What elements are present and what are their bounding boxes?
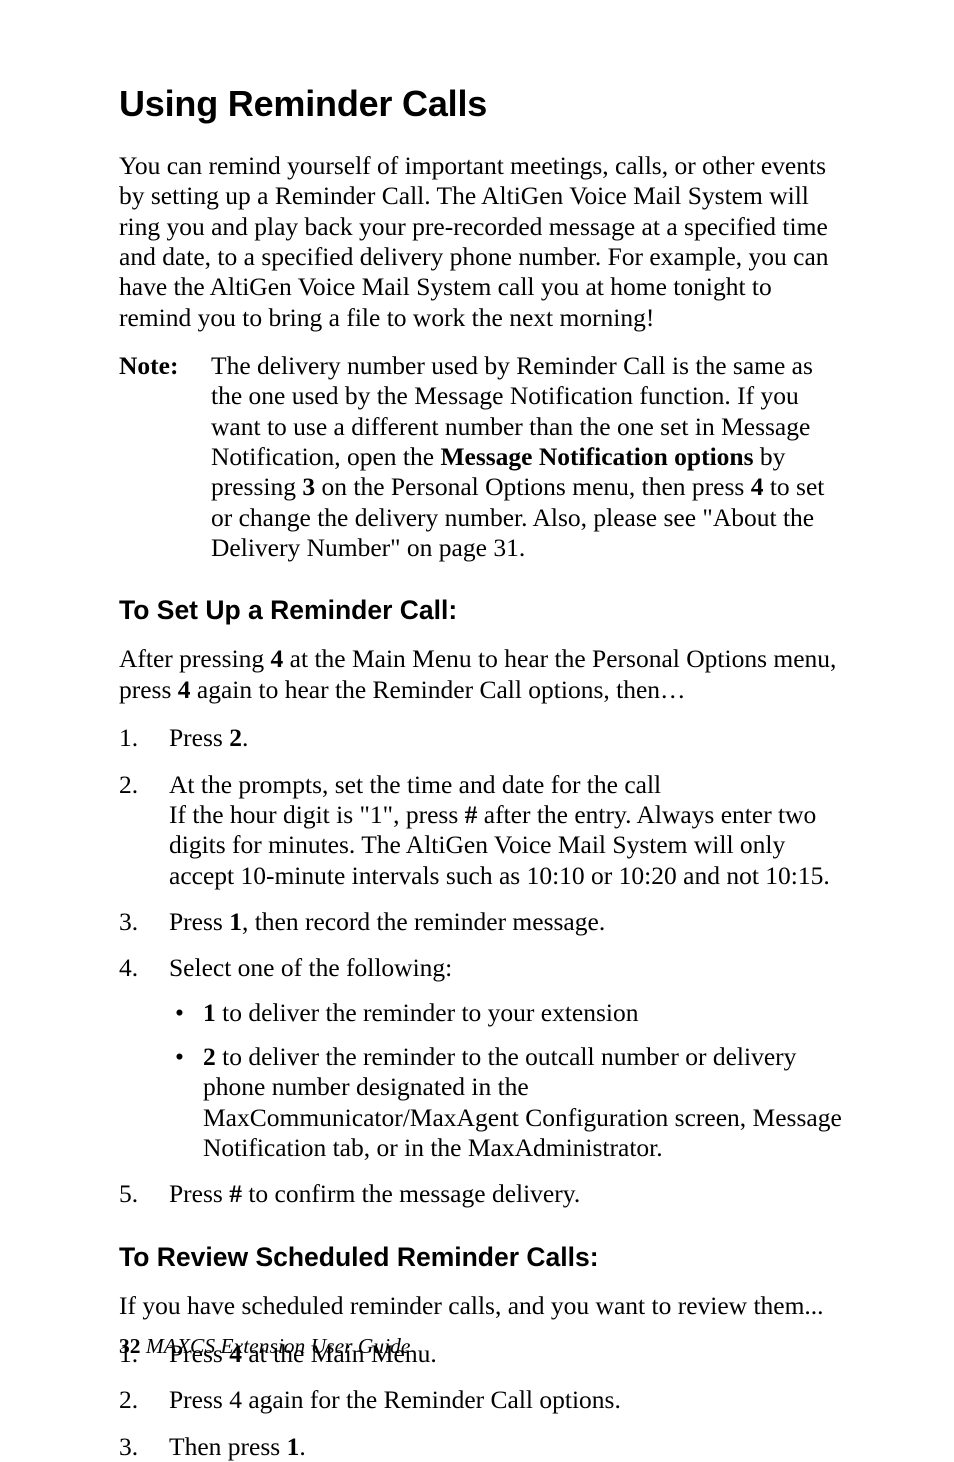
note-label: Note:: [119, 351, 211, 563]
s1-i1-seg2: .: [242, 723, 248, 752]
list-item: Press 4 again for the Reminder Call opti…: [119, 1385, 846, 1415]
intro-paragraph: You can remind yourself of important mee…: [119, 151, 846, 333]
list-item: Press 1, then record the reminder messag…: [119, 907, 846, 937]
page-heading: Using Reminder Calls: [119, 83, 846, 125]
s1-i1-b: 2: [229, 723, 242, 752]
s1-lead-b2: 4: [178, 675, 191, 704]
s1-lead-seg1: After pressing: [119, 644, 271, 673]
s1-i5-seg1: Press: [169, 1179, 229, 1208]
s1-i3-b: 1: [229, 907, 242, 936]
section2-title: To Review Scheduled Reminder Calls:: [119, 1242, 846, 1273]
list-item: Press 2.: [119, 723, 846, 753]
section1-list: Press 2. At the prompts, set the time an…: [119, 723, 846, 1209]
note-block: Note: The delivery number used by Remind…: [119, 351, 846, 563]
s1-lead-seg3: again to hear the Reminder Call options,…: [191, 675, 686, 704]
note-seg3: on the Personal Options menu, then press: [315, 472, 751, 501]
page: Using Reminder Calls You can remind your…: [0, 0, 954, 1411]
s1-i4-bul1-seg: to deliver the reminder to your extensio…: [216, 998, 639, 1027]
s1-i2-seg2: If the hour digit is "1", press: [169, 800, 465, 829]
bullet-item: 2 to deliver the reminder to the outcall…: [169, 1042, 846, 1163]
footer-book-title: MAXCS Extension User Guide: [146, 1334, 411, 1358]
s2-i3-seg1: Then press: [169, 1432, 287, 1461]
list-item: Then press 1.: [119, 1432, 846, 1462]
note-bold2: 3: [302, 472, 315, 501]
s1-lead-b1: 4: [271, 644, 284, 673]
list-item: Select one of the following: 1 to delive…: [119, 953, 846, 1163]
s2-i2: Press 4 again for the Reminder Call opti…: [169, 1385, 621, 1414]
s1-i5-seg2: to confirm the message delivery.: [242, 1179, 580, 1208]
footer-page-number: 32: [119, 1334, 141, 1358]
section1-title: To Set Up a Reminder Call:: [119, 595, 846, 626]
bullet-item: 1 to deliver the reminder to your extens…: [169, 998, 846, 1028]
note-text: The delivery number used by Reminder Cal…: [211, 351, 846, 563]
s1-i4-bul2-b: 2: [203, 1042, 216, 1071]
s1-i2-b1: #: [465, 800, 478, 829]
s1-i3-seg1: Press: [169, 907, 229, 936]
s1-i2-seg1: At the prompts, set the time and date fo…: [169, 770, 661, 799]
section1-lead: After pressing 4 at the Main Menu to hea…: [119, 644, 846, 705]
page-footer: 32 MAXCS Extension User Guide: [119, 1334, 410, 1359]
s1-i4-seg1: Select one of the following:: [169, 953, 452, 982]
section2-lead: If you have scheduled reminder calls, an…: [119, 1291, 846, 1321]
s1-i5-b: #: [229, 1179, 242, 1208]
s1-i1-seg1: Press: [169, 723, 229, 752]
list-item: At the prompts, set the time and date fo…: [119, 770, 846, 891]
s1-i4-bul2-seg: to deliver the reminder to the outcall n…: [203, 1042, 842, 1162]
s1-i4-bul1-b: 1: [203, 998, 216, 1027]
section1-bullets: 1 to deliver the reminder to your extens…: [169, 998, 846, 1164]
s2-i3-seg2: .: [299, 1432, 305, 1461]
note-bold3: 4: [751, 472, 764, 501]
s1-i3-seg2: , then record the reminder message.: [242, 907, 605, 936]
note-bold1: Message Notification options: [440, 442, 753, 471]
list-item: Press # to confirm the message delivery.: [119, 1179, 846, 1209]
s2-i3-b: 1: [287, 1432, 300, 1461]
